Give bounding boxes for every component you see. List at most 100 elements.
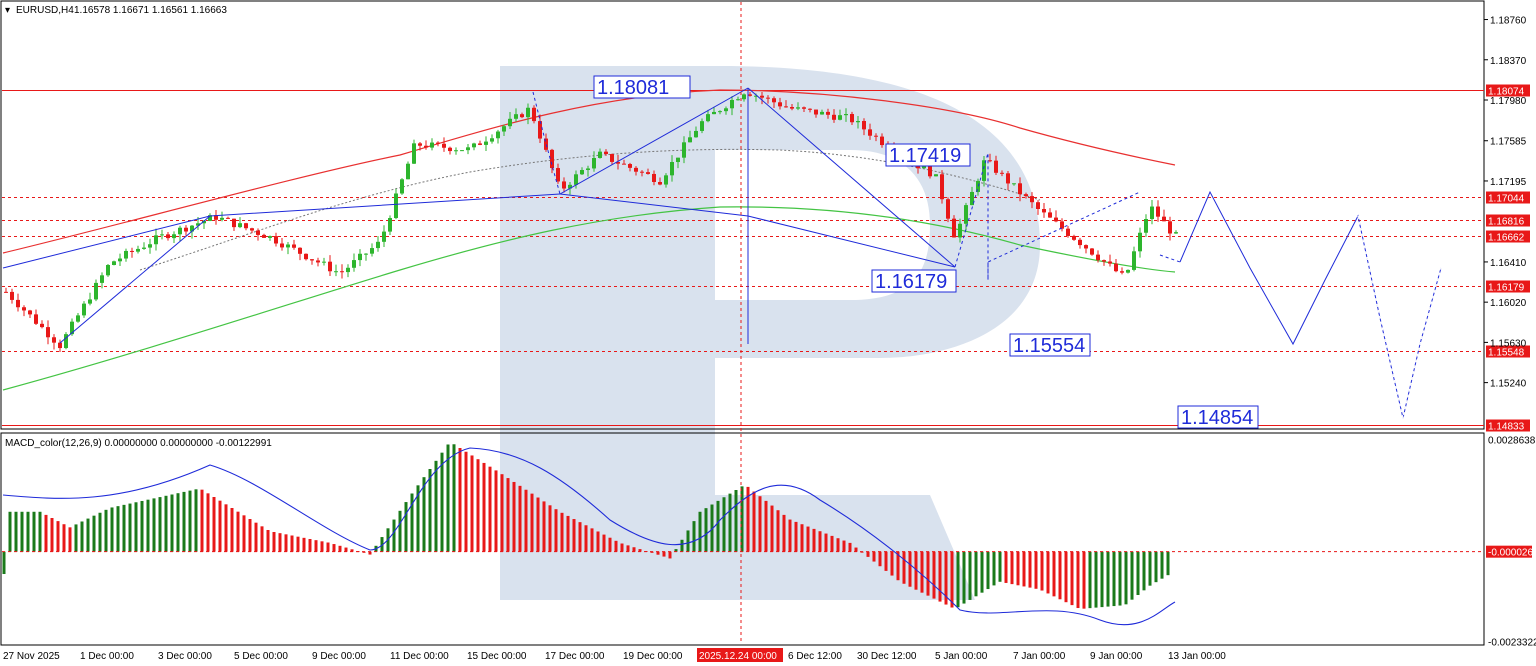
candle-body	[406, 163, 410, 180]
time-tick-label: 6 Dec 12:00	[788, 651, 842, 662]
price-tick-label: 1.15630	[1490, 338, 1527, 349]
candle-body	[1138, 232, 1142, 252]
candle-body	[502, 126, 506, 132]
macd-bar	[1010, 551, 1014, 585]
macd-bar	[1052, 551, 1056, 597]
candle-body	[730, 99, 734, 109]
candle-body	[934, 174, 938, 177]
macd-bar	[620, 543, 624, 552]
candle-body	[1120, 271, 1124, 273]
macd-bar	[218, 500, 222, 552]
macd-bar	[590, 528, 594, 552]
candle-body	[724, 108, 728, 112]
candle-body	[1048, 212, 1052, 218]
candle-body	[790, 107, 794, 109]
candle-body	[646, 172, 650, 174]
macd-bar	[404, 502, 408, 552]
candle-body	[154, 235, 158, 245]
collapse-arrow-icon[interactable]: ▾	[5, 5, 10, 16]
candle-body	[1114, 263, 1118, 272]
candle-body	[82, 303, 86, 316]
ohlc-readout: 1.16578 1.16671 1.16561 1.16663	[74, 5, 227, 16]
macd-bar	[182, 491, 186, 552]
candle-body	[1054, 217, 1058, 222]
candle-body	[1102, 260, 1106, 262]
candle-body	[574, 174, 578, 185]
macd-bar	[1166, 551, 1170, 576]
candle-body	[292, 244, 296, 248]
macd-bar	[332, 544, 336, 552]
candle-body	[604, 151, 608, 155]
candle-body	[622, 163, 626, 165]
candle-body	[766, 97, 770, 99]
candle-body	[1156, 206, 1160, 217]
candle-body	[430, 142, 434, 148]
candle-body	[334, 271, 338, 273]
time-tick-label: 30 Dec 12:00	[857, 651, 917, 662]
candle-body	[1090, 248, 1094, 255]
candle-body	[1036, 202, 1040, 210]
candle-body	[10, 291, 14, 300]
candle-body	[808, 108, 812, 110]
macd-bar	[1058, 551, 1062, 600]
macd-bar	[662, 551, 666, 557]
time-tick-label: 3 Dec 00:00	[158, 651, 212, 662]
candle-body	[598, 151, 602, 158]
macd-bar	[758, 496, 762, 552]
macd-label: MACD_color(12,26,9) 0.00000000 0.0000000…	[5, 438, 272, 449]
time-axis[interactable]: 27 Nov 2025 1 Dec 00:00 3 Dec 00:00 5 Dec 0…	[3, 648, 1226, 662]
macd-bar	[878, 551, 882, 567]
candle-body	[172, 234, 176, 239]
crosshair-date-label: 2025.12.24 00:00	[699, 651, 777, 662]
macd-bar	[866, 551, 870, 557]
macd-bar	[806, 526, 810, 552]
candle-body	[844, 114, 848, 116]
candle-body	[346, 267, 350, 273]
macd-level-label: -0.000026	[1488, 548, 1533, 559]
candle-body	[718, 111, 722, 113]
candle-body	[274, 236, 278, 244]
candle-body	[496, 131, 500, 139]
macd-bar	[488, 466, 492, 552]
macd-bar	[848, 542, 852, 552]
candle-body	[640, 171, 644, 173]
macd-bar	[530, 493, 534, 552]
candle-body	[994, 160, 998, 173]
macd-bar	[20, 511, 24, 552]
macd-bar	[482, 462, 486, 552]
macd-bar	[578, 522, 582, 552]
candle-body	[1084, 245, 1088, 249]
macd-bar	[1040, 551, 1044, 591]
candle-body	[610, 154, 614, 162]
macd-bar	[926, 551, 930, 596]
macd-bar	[440, 452, 444, 552]
candle-body	[880, 136, 884, 146]
macd-bar	[704, 508, 708, 552]
macd-bar	[2, 551, 6, 574]
macd-bar	[518, 485, 522, 552]
macd-bar	[614, 540, 618, 552]
macd-bar	[782, 514, 786, 552]
macd-bar	[86, 518, 90, 552]
candle-body	[400, 179, 404, 194]
forecast-path	[1179, 190, 1442, 419]
candle-body	[328, 261, 332, 272]
chart-canvas[interactable]: 1.180741.170441.168161.166621.161791.155…	[0, 0, 1536, 666]
candle-body	[130, 250, 134, 252]
macd-bar	[14, 511, 18, 552]
macd-bar	[170, 494, 174, 552]
candle-body	[376, 241, 380, 249]
price-tick-label: 1.16410	[1490, 258, 1527, 269]
time-tick-label: 17 Dec 00:00	[545, 651, 605, 662]
macd-bar	[842, 540, 846, 552]
macd-bar	[260, 526, 264, 552]
macd-bar	[1016, 551, 1020, 586]
candle-body	[484, 141, 488, 145]
candle-body	[106, 265, 110, 276]
macd-bar	[1034, 551, 1038, 589]
macd-bar	[1064, 551, 1068, 603]
macd-bar	[836, 538, 840, 552]
candle-body	[772, 98, 776, 103]
macd-bar	[290, 535, 294, 552]
candle-body	[250, 228, 254, 231]
